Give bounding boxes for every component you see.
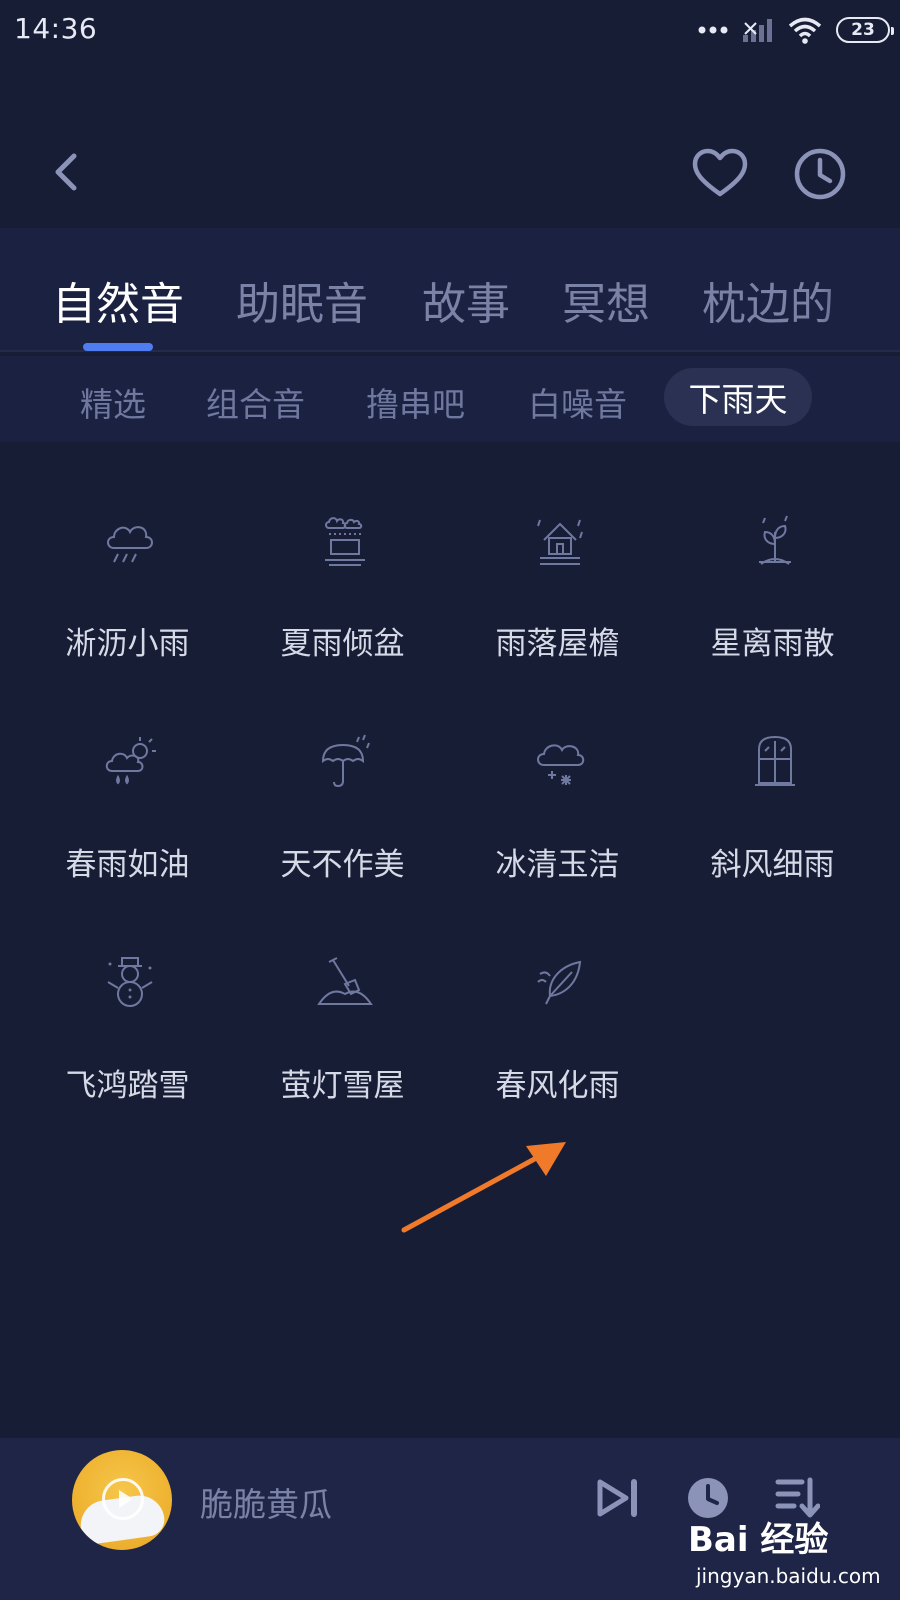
snowman-icon bbox=[107, 957, 153, 1007]
battery-indicator: 23 bbox=[836, 17, 894, 43]
sound-item[interactable]: 夏雨倾盆 bbox=[235, 510, 450, 670]
feather-icon bbox=[537, 960, 582, 1005]
tab-overflow-fade bbox=[820, 228, 900, 350]
sound-item[interactable]: 斜风细雨 bbox=[665, 731, 880, 891]
top-navigation bbox=[0, 130, 900, 220]
play-next-icon bbox=[597, 1479, 637, 1517]
sound-label: 夏雨倾盆 bbox=[280, 626, 405, 662]
back-button[interactable] bbox=[40, 142, 90, 202]
heart-icon bbox=[692, 148, 748, 197]
subcategory-tab-bar: 精选 组合音 撸串吧 白噪音 下雨天 bbox=[0, 356, 900, 442]
sound-item[interactable]: 春雨如油 bbox=[20, 731, 235, 891]
sprout-rain-icon bbox=[759, 515, 791, 565]
sound-label: 飞鸿踏雪 bbox=[65, 1068, 190, 1104]
baidu-jingyan-watermark: Bai 经验 jingyan.baidu.com bbox=[688, 1512, 898, 1596]
tab-sleep-sounds[interactable]: 助眠音 bbox=[236, 268, 368, 332]
umbrella-rain-icon bbox=[321, 734, 370, 788]
sound-label: 天不作美 bbox=[280, 847, 405, 883]
favorite-button[interactable] bbox=[690, 144, 750, 204]
sound-label: 星离雨散 bbox=[710, 626, 835, 662]
tab-meditation[interactable]: 冥想 bbox=[562, 268, 650, 332]
signal-icon bbox=[743, 19, 772, 42]
window-icon bbox=[755, 735, 795, 786]
sound-label: 春风化雨 bbox=[495, 1068, 620, 1104]
sun-cloud-rain-icon bbox=[105, 737, 156, 785]
subtab-bbq[interactable]: 撸串吧 bbox=[366, 378, 465, 426]
subtab-combo[interactable]: 组合音 bbox=[206, 378, 305, 426]
tab-stories[interactable]: 故事 bbox=[422, 268, 510, 332]
house-rain-icon bbox=[537, 519, 583, 565]
watermark-logo: Bai 经验 bbox=[688, 1520, 829, 1560]
sound-item[interactable]: 飞鸿踏雪 bbox=[20, 952, 235, 1112]
sound-label: 雨落屋檐 bbox=[495, 626, 620, 662]
downpour-icon bbox=[325, 517, 365, 566]
album-cover[interactable] bbox=[72, 1450, 172, 1550]
app-screen: 14:36 23 自然音 助眠音 故事 冥想 枕边的 精选 组合音 撸串吧 白噪… bbox=[0, 0, 900, 1600]
sound-label: 淅沥小雨 bbox=[65, 626, 190, 662]
watermark-url: jingyan.baidu.com bbox=[696, 1564, 881, 1588]
tab-bedside[interactable]: 枕边的 bbox=[702, 268, 834, 332]
sound-item[interactable]: 春风化雨 bbox=[450, 952, 665, 1112]
sound-item[interactable]: 淅沥小雨 bbox=[20, 510, 235, 670]
subtab-white-noise[interactable]: 白噪音 bbox=[528, 378, 627, 426]
history-button[interactable] bbox=[790, 144, 850, 204]
more-dots-icon bbox=[698, 26, 728, 34]
sound-label: 春雨如油 bbox=[65, 847, 190, 883]
sound-item[interactable]: 冰清玉洁 bbox=[450, 731, 665, 891]
next-track-button[interactable] bbox=[596, 1476, 640, 1520]
annotation-arrow-icon bbox=[401, 1142, 566, 1233]
chevron-left-icon bbox=[55, 153, 77, 191]
sound-item[interactable]: 星离雨散 bbox=[665, 510, 880, 670]
snow-cloud-icon bbox=[537, 744, 585, 785]
rain-cloud-icon bbox=[107, 526, 153, 563]
sound-label: 斜风细雨 bbox=[710, 847, 835, 883]
subtab-featured[interactable]: 精选 bbox=[80, 378, 146, 426]
shovel-icon bbox=[317, 957, 373, 1005]
status-time: 14:36 bbox=[14, 12, 98, 45]
status-icons: 23 bbox=[698, 12, 894, 48]
tab-nature-sounds[interactable]: 自然音 bbox=[52, 268, 184, 332]
play-icon bbox=[102, 1478, 144, 1520]
sound-item[interactable]: 雨落屋檐 bbox=[450, 510, 665, 670]
sound-label: 萤灯雪屋 bbox=[280, 1068, 405, 1104]
sound-item[interactable]: 萤灯雪屋 bbox=[235, 952, 450, 1112]
sound-label: 冰清玉洁 bbox=[495, 847, 620, 883]
status-bar: 14:36 23 bbox=[0, 0, 900, 62]
sound-item[interactable]: 天不作美 bbox=[235, 731, 450, 891]
clock-icon bbox=[794, 148, 846, 200]
wifi-icon bbox=[788, 17, 822, 44]
track-title: 脆脆黄瓜 bbox=[200, 1485, 332, 1524]
subtab-rainy-day[interactable]: 下雨天 bbox=[664, 368, 812, 426]
category-tab-bar: 自然音 助眠音 故事 冥想 枕边的 bbox=[0, 228, 900, 352]
active-tab-indicator bbox=[83, 343, 153, 351]
